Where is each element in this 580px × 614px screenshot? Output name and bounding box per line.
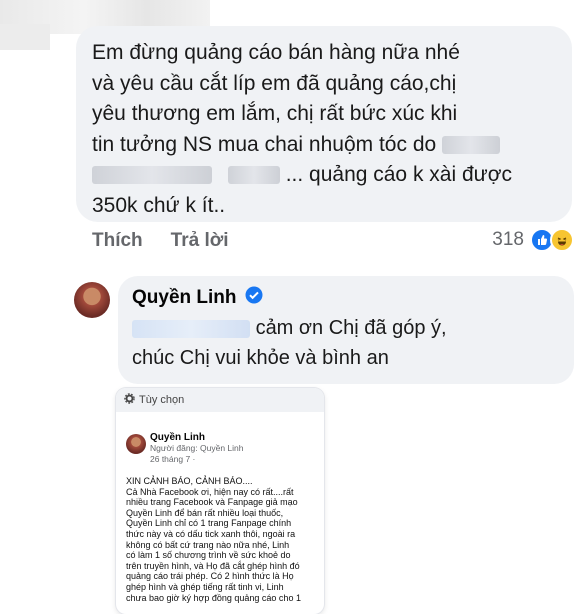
inner-body-line: không có bất cứ trang nào nữa nhé, Linh (126, 539, 290, 550)
verified-badge-icon (245, 286, 263, 309)
comment-line-with-blur: tin tưởng NS mua chai nhuộm tóc do (92, 130, 558, 161)
like-link[interactable]: Thích (92, 230, 143, 252)
inner-body-line: trên truyền hình, và Họ đã cắt ghép hình… (126, 560, 300, 571)
inner-body-line: Cả Nhà Facebook ơi, hiện nay có rất....r… (126, 486, 294, 497)
blurred-text (442, 135, 501, 154)
comment-line: ... quảng cáo k xài được (285, 163, 512, 186)
inner-body-line: Quyền Linh để bán rất nhiều loại thuốc, (126, 507, 284, 518)
blurred-text (92, 166, 212, 185)
reaction-summary[interactable]: 318 (492, 228, 574, 252)
comment-line-with-blur: ... quảng cáo k xài được (92, 160, 558, 191)
options-bar[interactable]: Tùy chọn (116, 388, 324, 412)
comment-line: yêu thương em lắm, chị rất bức xúc khi (92, 102, 458, 125)
avatar[interactable] (74, 282, 110, 318)
inner-body-line: Quyền Linh chỉ có 1 trang Fanpage chính (126, 518, 292, 529)
reaction-count: 318 (492, 229, 524, 250)
blurred-avatar (0, 24, 50, 50)
inner-post-header: Quyền Linh Người đăng: Quyền Linh 26 thá… (150, 432, 244, 465)
inner-body-line: có làm 1 số chương trình về sức khoẻ do (126, 550, 291, 561)
reply-bubble: Quyền Linh cảm ơn Chị đã góp ý, chúc Chị… (118, 276, 574, 384)
reply-author[interactable]: Quyền Linh (132, 287, 237, 309)
inner-body-line: XIN CẢNH BÁO, CẢNH BÁO.... (126, 476, 253, 486)
reply-text: cảm ơn Chị đã góp ý, (255, 317, 447, 339)
reply-header: Quyền Linh (132, 286, 560, 309)
inner-date: 26 tháng 7 · (150, 454, 196, 464)
reply-line-with-mention: cảm ơn Chị đã góp ý, (132, 313, 560, 343)
blurred-mention (132, 319, 250, 338)
blurred-text (227, 166, 280, 185)
inner-body-line: chưa bao giờ ký hợp đồng quảng cáo cho 1 (126, 592, 301, 603)
inner-meta: Người đăng: Quyền Linh (150, 443, 244, 453)
attached-screenshot[interactable]: Tùy chọn Quyền Linh Người đăng: Quyền Li… (116, 388, 324, 614)
comment-line: 350k chứ k ít.. (92, 193, 226, 217)
comment-line: tin tưởng NS mua chai nhuộm tóc do (92, 132, 437, 156)
comment-line: và yêu cầu cắt líp em đã quảng cáo,chị (92, 71, 457, 95)
reply-text: chúc Chị vui khỏe và bình an (132, 347, 389, 369)
inner-avatar (126, 434, 146, 454)
inner-body-line: nhiều trang Facebook và Fanpage giả mạo (126, 497, 298, 508)
comment-line: Em đừng quảng cáo bán hàng nữa nhé (92, 41, 460, 64)
haha-icon (550, 228, 574, 252)
gear-icon (124, 393, 135, 407)
reply-link[interactable]: Trả lời (171, 230, 229, 252)
inner-author: Quyền Linh (150, 432, 205, 443)
inner-post-body: XIN CẢNH BÁO, CẢNH BÁO.... Cả Nhà Facebo… (126, 476, 318, 603)
comment-actions: Thích Trả lời (92, 230, 229, 252)
inner-body-line: quảng cáo trái phép. Có 2 hình thức là H… (126, 571, 294, 582)
inner-body-line: thức này và có dấu tick xanh thôi, ngoài… (126, 528, 296, 539)
inner-body-line: ghép hình và ghép tiếng rất tinh vi, Lin… (126, 581, 284, 592)
options-label: Tùy chọn (139, 394, 185, 406)
comment-bubble: Em đừng quảng cáo bán hàng nữa nhé và yê… (76, 26, 572, 222)
